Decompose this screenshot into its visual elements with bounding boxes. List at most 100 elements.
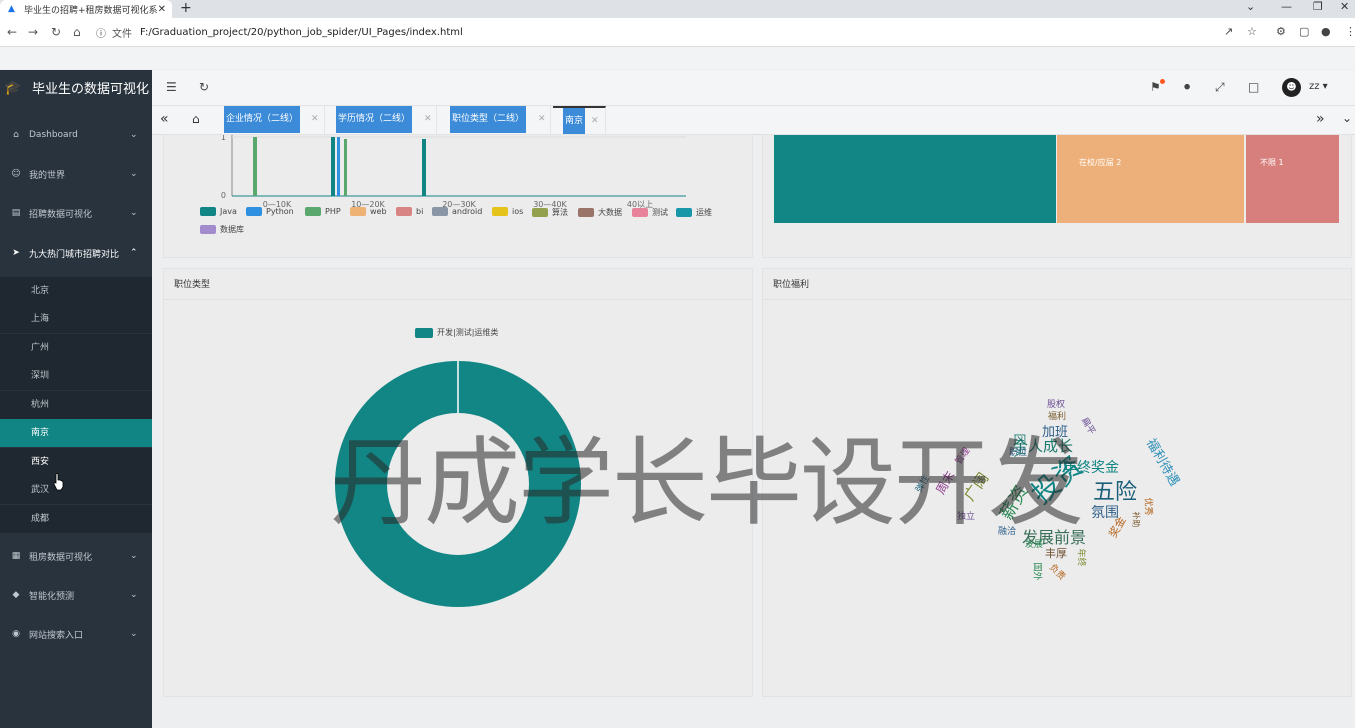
sidebar-item-label: 我的世界 bbox=[29, 170, 66, 181]
legend-item-Python[interactable]: Python bbox=[246, 207, 294, 216]
sidebar-city-wuhan[interactable]: 武汉 bbox=[0, 476, 152, 504]
refresh-icon[interactable]: ↻ bbox=[199, 80, 209, 94]
tab-label: 学历情况（二线） bbox=[336, 106, 413, 133]
sidebar-item-dashboard[interactable]: ⌂ Dashboard ⌄ bbox=[0, 116, 152, 154]
legend-swatch bbox=[200, 225, 216, 234]
job-welfare-card: 职位福利 股权 福利 加班 个人成长 年终奖金 福利待遇 五险 投资 薪资 广阔 周末 氛围 发展前景丰… bbox=[762, 268, 1352, 697]
legend-label: 大数据 bbox=[598, 208, 622, 217]
sidebar-item-label: Dashboard bbox=[29, 130, 78, 140]
close-icon[interactable]: ✕ bbox=[424, 114, 432, 124]
more-icon[interactable]: ⋮ bbox=[1345, 25, 1355, 38]
sidebar-item-search[interactable]: ◉ 网站搜索入口 ⌄ bbox=[0, 615, 152, 653]
share-icon[interactable]: ↗ bbox=[1224, 25, 1233, 38]
sidebar-city-shenzhen[interactable]: 深圳 bbox=[0, 362, 152, 390]
tabs-next-icon[interactable]: » bbox=[1316, 111, 1325, 127]
word-cloud-word: 弹性 bbox=[914, 473, 933, 495]
close-icon[interactable]: ✕ bbox=[538, 114, 546, 124]
word-cloud-word: 周末 bbox=[933, 468, 958, 497]
sidebar-city-beijing[interactable]: 北京 bbox=[0, 277, 152, 305]
job-type-donut bbox=[335, 361, 581, 607]
new-tab-icon[interactable]: + bbox=[180, 0, 192, 17]
job-type-card: 职位类型 开发|测试|运维类 bbox=[163, 268, 753, 697]
sidebar-item-label: 招聘数据可视化 bbox=[29, 209, 93, 220]
legend-item-算法[interactable]: 算法 bbox=[532, 207, 568, 218]
word-cloud-word: 丰厚 bbox=[1045, 547, 1067, 560]
legend-label: Python bbox=[266, 207, 294, 216]
sidebar-city-guangzhou[interactable]: 广州 bbox=[0, 334, 152, 362]
legend-swatch bbox=[676, 208, 692, 217]
legend-item-android[interactable]: android bbox=[432, 207, 482, 216]
tab-label: 职位类型（二线） bbox=[450, 106, 527, 133]
url-text: F:/Graduation_project/20/python_job_spid… bbox=[140, 26, 463, 38]
bar-python bbox=[337, 137, 340, 196]
url-input[interactable]: ⓘ 文件 F:/Graduation_project/20/python_job… bbox=[96, 23, 1266, 41]
legend-swatch bbox=[396, 207, 412, 216]
reload-icon[interactable]: ↻ bbox=[51, 25, 61, 39]
tab-nanjing[interactable]: 南京 ✕ bbox=[553, 106, 606, 136]
word-cloud-word: 负责 bbox=[1047, 562, 1067, 583]
education-treemap-card: 在校/应届 2 不限 1 bbox=[762, 134, 1352, 258]
close-icon[interactable]: ✕ bbox=[591, 116, 599, 126]
extension-icon[interactable]: ⚙ bbox=[1276, 25, 1286, 38]
tab-education[interactable]: 学历情况（二线） ✕ bbox=[336, 106, 437, 134]
chevron-up-icon: ⌃ bbox=[130, 248, 138, 258]
building-icon: ▦ bbox=[11, 551, 21, 561]
word-cloud-word: 扁平 bbox=[1078, 415, 1097, 437]
sidebar-city-nanjing[interactable]: 南京 bbox=[0, 419, 152, 447]
sidebar-item-predict[interactable]: ◆ 智能化预测 ⌄ bbox=[0, 576, 152, 614]
sidebar-item-city-compare[interactable]: ➤ 九大热门城市招聘对比 ⌃ bbox=[0, 234, 152, 272]
bookmarks-bar bbox=[0, 47, 1355, 69]
brand-title: 毕业生の数据可视化 bbox=[32, 82, 150, 97]
star-icon[interactable]: ☆ bbox=[1247, 25, 1257, 38]
legend-item-数据库[interactable]: 数据库 bbox=[200, 224, 244, 235]
sidepanel-icon[interactable]: ▢ bbox=[1299, 25, 1309, 38]
tab-company[interactable]: 企业情况（二线） ✕ bbox=[224, 106, 325, 134]
legend-item-web[interactable]: web bbox=[350, 207, 387, 216]
minimize-icon[interactable]: — bbox=[1281, 0, 1292, 14]
tab-label: 企业情况（二线） bbox=[224, 106, 301, 133]
sidebar-city-shanghai[interactable]: 上海 bbox=[0, 305, 152, 333]
tabs-prev-icon[interactable]: « bbox=[160, 111, 169, 127]
avatar[interactable]: ☻ bbox=[1282, 78, 1301, 97]
browser-tab[interactable]: ▲ 毕业生の招聘+租房数据可视化系 ✕ bbox=[0, 0, 172, 18]
tag-icon[interactable]: ⚫ bbox=[1182, 80, 1192, 94]
home-tab-icon[interactable]: ⌂ bbox=[192, 112, 200, 126]
back-icon[interactable]: ← bbox=[7, 25, 17, 39]
tab-job-type[interactable]: 职位类型（二线） ✕ bbox=[450, 106, 551, 134]
close-window-icon[interactable]: ✕ bbox=[1340, 0, 1349, 14]
sidebar-item-label: 网站搜索入口 bbox=[29, 630, 84, 641]
legend-item-测试[interactable]: 测试 bbox=[632, 207, 668, 218]
brand[interactable]: 🎓 毕业生の数据可视化 bbox=[0, 70, 152, 105]
user-name[interactable]: zz ▾ bbox=[1309, 81, 1328, 92]
legend-item-PHP[interactable]: PHP bbox=[305, 207, 341, 216]
chevron-down-icon[interactable]: ⌄ bbox=[1342, 111, 1352, 125]
fullscreen-icon[interactable]: ⤢ bbox=[1215, 80, 1225, 95]
profile-icon[interactable]: ● bbox=[1321, 25, 1331, 38]
treemap-label: 在校/应届 2 bbox=[1079, 158, 1122, 167]
close-icon[interactable]: ✕ bbox=[311, 114, 319, 124]
legend-item-运维[interactable]: 运维 bbox=[676, 207, 712, 218]
sidebar-city-chengdu[interactable]: 成都 bbox=[0, 505, 152, 533]
restore-icon[interactable]: ❐ bbox=[1313, 0, 1323, 14]
chevron-down-icon: ⌄ bbox=[130, 169, 138, 179]
sidebar-city-xian[interactable]: 西安 bbox=[0, 448, 152, 476]
chevron-down-icon[interactable]: ⌄ bbox=[1246, 0, 1255, 14]
legend-item-Java[interactable]: Java bbox=[200, 207, 237, 216]
sidebar-item-recruit-vis[interactable]: ▤ 招聘数据可视化 ⌄ bbox=[0, 194, 152, 232]
home-icon[interactable]: ⌂ bbox=[73, 25, 81, 39]
menu-toggle-icon[interactable]: ☰ bbox=[166, 80, 177, 94]
legend-label: 测试 bbox=[652, 208, 668, 217]
forward-icon[interactable]: → bbox=[28, 25, 38, 39]
legend-label: android bbox=[452, 207, 483, 216]
sidebar-city-hangzhou[interactable]: 杭州 bbox=[0, 391, 152, 419]
legend-item-bi[interactable]: bi bbox=[396, 207, 423, 216]
close-icon[interactable]: ✕ bbox=[158, 4, 166, 15]
word-cloud-word: 职位 bbox=[1009, 448, 1028, 458]
sidebar-item-my-world[interactable]: ☺ 我的世界 ⌄ bbox=[0, 155, 152, 193]
legend-item-ios[interactable]: ios bbox=[492, 207, 523, 216]
legend-item-大数据[interactable]: 大数据 bbox=[578, 207, 622, 218]
sidebar-item-rent-vis[interactable]: ▦ 租房数据可视化 ⌄ bbox=[0, 537, 152, 575]
graduation-cap-icon: ▲ bbox=[8, 4, 15, 14]
chevron-down-icon: ⌄ bbox=[130, 130, 138, 140]
lock-icon[interactable]: □ bbox=[1248, 80, 1259, 94]
